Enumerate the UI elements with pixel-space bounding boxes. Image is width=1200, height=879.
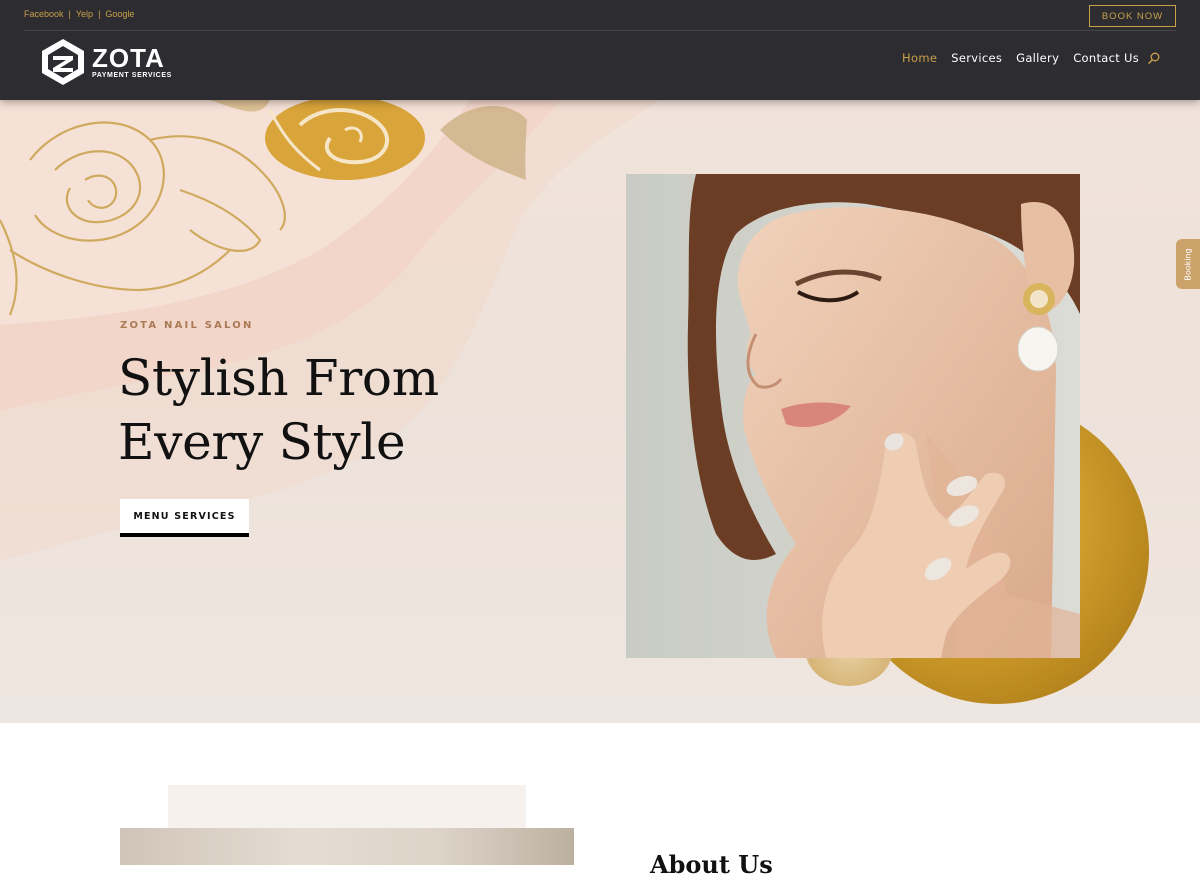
logo-mark-icon <box>42 39 84 85</box>
menu-services-button[interactable]: MENU SERVICES <box>120 499 249 537</box>
headline-line-1: Stylish From <box>118 349 439 407</box>
nav-item-gallery[interactable]: Gallery <box>1016 51 1059 65</box>
top-bar: Facebook | Yelp | Google BOOK NOW <box>24 0 1176 31</box>
separator: | <box>98 9 101 19</box>
hero-section: ZOTA NAIL SALON Stylish From Every Style… <box>0 100 1200 723</box>
yelp-link[interactable]: Yelp <box>76 9 93 19</box>
google-link[interactable]: Google <box>105 9 134 19</box>
booking-tab-label: Booking <box>1183 247 1193 281</box>
nav-item-contact-us[interactable]: Contact Us <box>1073 51 1139 65</box>
hero-eyebrow: ZOTA NAIL SALON <box>120 320 254 331</box>
book-now-button[interactable]: BOOK NOW <box>1089 5 1176 27</box>
nav-item-services[interactable]: Services <box>951 51 1002 65</box>
search-icon[interactable] <box>1148 52 1160 64</box>
site-header: Facebook | Yelp | Google BOOK NOW ZOTA P… <box>0 0 1200 100</box>
brand-logo[interactable]: ZOTA PAYMENT SERVICES <box>40 38 172 86</box>
about-title: About Us <box>650 850 773 879</box>
model-photo <box>626 174 1080 658</box>
main-nav: Home Services Gallery Contact Us <box>888 51 1160 65</box>
booking-side-tab[interactable]: Booking <box>1176 239 1200 289</box>
hero-headline: Stylish From Every Style <box>118 346 439 474</box>
headline-line-2: Every Style <box>118 413 406 471</box>
about-image <box>120 828 574 865</box>
brand-tagline: PAYMENT SERVICES <box>92 71 172 79</box>
nav-item-home[interactable]: Home <box>902 51 937 65</box>
facebook-link[interactable]: Facebook <box>24 9 64 19</box>
brand-name: ZOTA <box>92 42 165 73</box>
separator: | <box>68 9 71 19</box>
social-links: Facebook | Yelp | Google <box>24 9 134 19</box>
